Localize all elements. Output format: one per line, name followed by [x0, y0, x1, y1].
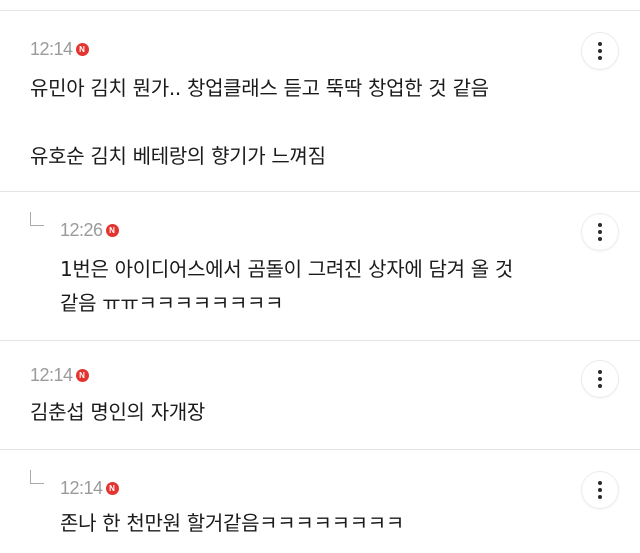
more-vertical-icon: [598, 370, 602, 374]
more-vertical-icon-dot: [598, 488, 602, 492]
new-badge-icon: N: [75, 42, 89, 56]
new-badge-icon: N: [75, 368, 89, 382]
comment-line: 같음 ㅠㅠㅋㅋㅋㅋㅋㅋㅋㅋ: [60, 291, 284, 315]
comment-text: 김춘섭 명인의 자개장: [30, 395, 205, 429]
comment-time: 12:26: [60, 219, 103, 240]
comment-time: 12:14: [60, 477, 103, 498]
comment-meta: 12:14 N: [30, 363, 89, 387]
reply-arrow-icon: [30, 212, 44, 226]
comment-text: 존나 한 천만원 할거같음ㅋㅋㅋㅋㅋㅋㅋㅋ: [60, 506, 404, 540]
reply-item: 12:26 N 1번은 아이디어스에서 곰돌이 그려진 상자에 담겨 올 것 같…: [0, 192, 640, 340]
comment-line: 유민아 김치 뭔가.. 창업클래스 듣고 뚝딱 창업한 것 같음: [30, 76, 489, 100]
more-vertical-icon-dot: [598, 377, 602, 381]
comment-line: [30, 105, 489, 139]
comment-item: 12:14 N 김춘섭 명인의 자개장: [0, 341, 640, 449]
more-vertical-icon: [598, 481, 602, 485]
more-vertical-icon: [598, 223, 602, 227]
reply-arrow-icon: [30, 470, 44, 484]
comment-text: 1번은 아이디어스에서 곰돌이 그려진 상자에 담겨 올 것 같음 ㅠㅠㅋㅋㅋㅋ…: [60, 252, 513, 320]
comment-line: 김춘섭 명인의 자개장: [30, 400, 206, 424]
more-options-button[interactable]: [582, 472, 618, 508]
new-badge-icon: N: [105, 223, 119, 237]
comment-line: 1번은 아이디어스에서 곰돌이 그려진 상자에 담겨 올 것: [60, 257, 514, 281]
more-options-button[interactable]: [582, 361, 618, 397]
comment-line: 유호순 김치 베테랑의 향기가 느껴짐: [30, 144, 326, 168]
comment-time: 12:14: [30, 38, 73, 59]
comment-meta: 12:14 N: [60, 476, 119, 500]
more-vertical-icon-dot: [598, 384, 602, 388]
reply-item: 12:14 N 존나 한 천만원 할거같음ㅋㅋㅋㅋㅋㅋㅋㅋ: [0, 450, 640, 553]
more-options-button[interactable]: [582, 33, 618, 69]
more-vertical-icon-dot: [598, 49, 602, 53]
comment-meta: 12:14 N: [30, 37, 89, 61]
new-badge-icon: N: [105, 481, 119, 495]
comment-time: 12:14: [30, 364, 73, 385]
comment-line: 존나 한 천만원 할거같음ㅋㅋㅋㅋㅋㅋㅋㅋ: [60, 511, 404, 535]
comment-text: 유민아 김치 뭔가.. 창업클래스 듣고 뚝딱 창업한 것 같음 유호순 김치 …: [30, 71, 489, 173]
more-options-button[interactable]: [582, 214, 618, 250]
more-vertical-icon-dot: [598, 237, 602, 241]
more-vertical-icon-dot: [598, 230, 602, 234]
more-vertical-icon-dot: [598, 495, 602, 499]
comment-meta: 12:26 N: [60, 218, 119, 242]
more-vertical-icon: [598, 42, 602, 46]
more-vertical-icon-dot: [598, 56, 602, 60]
comment-item: 12:14 N 유민아 김치 뭔가.. 창업클래스 듣고 뚝딱 창업한 것 같음…: [0, 11, 640, 191]
